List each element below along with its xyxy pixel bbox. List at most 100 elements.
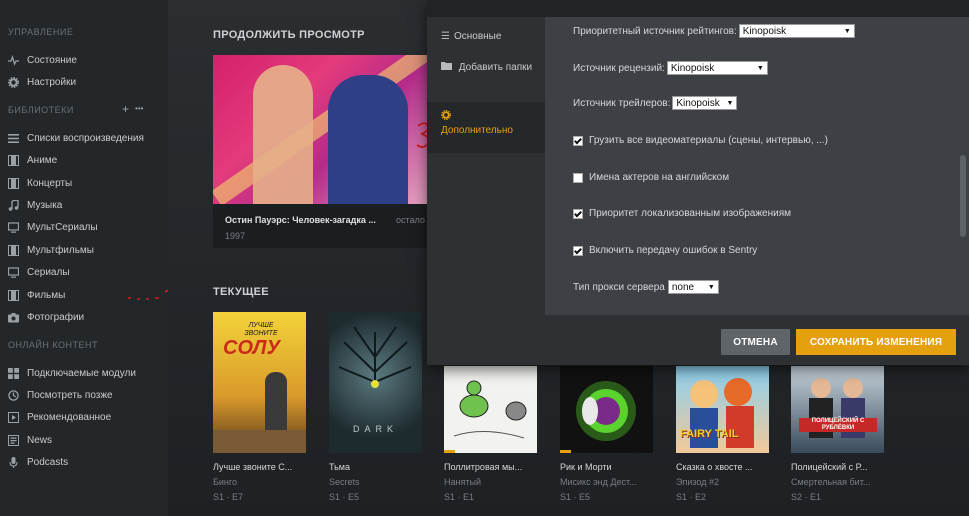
rating-source-row: Приоритетный источник рейтингов: Kinopoi… xyxy=(573,24,855,38)
sidebar-item-label: МультСериалы xyxy=(27,221,98,233)
localized-images-row[interactable]: Приоритет локализованным изображениям xyxy=(573,208,791,219)
add-library-button[interactable]: + xyxy=(122,102,129,116)
actors-english-checkbox[interactable] xyxy=(573,172,583,183)
poster-figure xyxy=(328,75,408,204)
chevron-down-icon: ▼ xyxy=(726,99,734,107)
sidebar-item-concerts[interactable]: Концерты xyxy=(8,175,72,191)
sidebar-item-label: Музыка xyxy=(27,199,63,211)
localized-images-checkbox[interactable] xyxy=(573,208,583,219)
current-title: ТЕКУЩЕЕ xyxy=(213,286,269,298)
settings-dialog: ☰ Основные Добавить папки Дополнительно П… xyxy=(427,0,969,365)
film-icon xyxy=(8,289,19,301)
sidebar-item-photos[interactable]: Фотографии xyxy=(8,309,84,325)
sidebar-item-status[interactable]: Состояние xyxy=(8,52,77,68)
settings-content: Приоритетный источник рейтингов: Kinopoi… xyxy=(545,17,969,315)
progress-bar xyxy=(444,450,455,453)
cancel-button[interactable]: ОТМЕНА xyxy=(721,329,790,355)
trailers-source-label: Источник трейлеров: xyxy=(573,97,671,109)
poster-card[interactable]: ПОЛИЦЕЙСКИЙ С РУБЛЁВКИ xyxy=(791,366,884,453)
hero-title: Остин Пауэрс: Человек-загадка ... xyxy=(225,215,376,225)
card-title[interactable]: Тьма xyxy=(329,462,424,472)
poster-card[interactable]: DARK xyxy=(329,312,422,453)
video-materials-row[interactable]: Грузить все видеоматериалы (сцены, интер… xyxy=(573,135,828,146)
tab-add-folders[interactable]: Добавить папки xyxy=(427,59,545,76)
poster-figure xyxy=(253,65,313,204)
sidebar-item-music[interactable]: Музыка xyxy=(8,197,62,213)
sentry-row[interactable]: Включить передачу ошибок в Sentry xyxy=(573,245,757,256)
tab-general[interactable]: ☰ Основные xyxy=(427,28,545,46)
poster-card[interactable] xyxy=(560,366,653,453)
sidebar-item-podcasts[interactable]: Podcasts xyxy=(8,454,68,470)
sidebar-item-label: Podcasts xyxy=(27,456,69,468)
select-value: Kinopoisk xyxy=(676,97,720,109)
folder-icon xyxy=(441,62,455,73)
card-episode: S2 · E1 xyxy=(791,492,822,502)
poster-card[interactable] xyxy=(444,366,537,453)
poster-text: СОЛУ xyxy=(223,337,281,359)
hero-meta[interactable]: Остин Пауэрс: Человек-загадка ... остало… xyxy=(213,204,429,248)
list-icon xyxy=(8,133,19,144)
hero-poster[interactable] xyxy=(213,55,429,204)
card-subtitle: Смертельная бит... xyxy=(791,477,871,487)
film-icon xyxy=(8,177,19,189)
sidebar-item-label: Посмотреть позже xyxy=(27,389,113,401)
card-title[interactable]: Сказка о хвосте ... xyxy=(676,462,771,472)
sentry-checkbox[interactable] xyxy=(573,245,583,256)
sidebar-item-cartoons[interactable]: Мультфильмы xyxy=(8,242,94,258)
sidebar: УПРАВЛЕНИЕ Состояние Настройки БИБЛИОТЕК… xyxy=(0,0,176,516)
sidebar-item-news[interactable]: News xyxy=(8,432,52,448)
card-title[interactable]: Полицейский с Р... xyxy=(791,462,886,472)
card-episode: S1 · E5 xyxy=(329,492,360,502)
sidebar-item-label: News xyxy=(27,434,53,446)
sidebar-item-recommended[interactable]: Рекомендованное xyxy=(8,409,111,425)
sidebar-item-series[interactable]: Сериалы xyxy=(8,264,70,280)
rating-source-label: Приоритетный источник рейтингов: xyxy=(573,25,737,37)
sidebar-item-watch-later[interactable]: Посмотреть позже xyxy=(8,387,113,403)
sidebar-item-movies[interactable]: Фильмы xyxy=(8,287,65,303)
sliders-icon: ☰ xyxy=(441,31,450,42)
sidebar-item-label: Подключаемые модули xyxy=(27,367,136,379)
sidebar-item-label: Списки воспроизведения xyxy=(27,132,144,144)
localized-images-label: Приоритет локализованным изображениям xyxy=(589,208,791,219)
manage-header: УПРАВЛЕНИЕ xyxy=(8,27,74,37)
card-title[interactable]: Рик и Морти xyxy=(560,462,655,472)
sidebar-item-anime[interactable]: Аниме xyxy=(8,152,57,168)
sidebar-item-settings[interactable]: Настройки xyxy=(8,74,76,90)
card-episode: S1 · E2 xyxy=(676,492,707,502)
poster-card[interactable]: FAIRY TAIL xyxy=(676,366,769,453)
proxy-select[interactable]: none ▼ xyxy=(667,280,719,294)
hero-year: 1997 xyxy=(225,231,246,241)
settings-scrollbar[interactable] xyxy=(960,155,966,237)
tab-advanced[interactable]: Дополнительно xyxy=(427,102,545,153)
dialog-header xyxy=(427,0,969,17)
grid-icon xyxy=(8,367,19,379)
sidebar-item-playlists[interactable]: Списки воспроизведения xyxy=(8,130,144,146)
video-materials-checkbox[interactable] xyxy=(573,135,583,146)
card-subtitle: Мисикс энд Дест... xyxy=(560,477,637,487)
trailers-source-select[interactable]: Kinopoisk ▼ xyxy=(672,96,738,110)
film-icon xyxy=(8,244,19,256)
play-icon xyxy=(8,411,19,423)
sidebar-item-cartoon-series[interactable]: МультСериалы xyxy=(8,219,98,235)
sidebar-item-label: Концерты xyxy=(27,177,73,189)
card-subtitle: Secrets xyxy=(329,477,360,487)
sentry-label: Включить передачу ошибок в Sentry xyxy=(589,245,758,256)
video-materials-label: Грузить все видеоматериалы (сцены, интер… xyxy=(589,135,828,146)
tab-label: Основные xyxy=(453,31,502,42)
actors-english-row[interactable]: Имена актеров на английском xyxy=(573,172,729,183)
poster-text: ЛУЧШЕ ЗВОНИТЕ xyxy=(244,322,278,337)
poster-text: DARK xyxy=(352,424,398,434)
dialog-footer: ОТМЕНА СОХРАНИТЬ ИЗМЕНЕНИЯ xyxy=(427,315,969,365)
card-episode: S1 · E7 xyxy=(213,492,244,502)
proxy-row: Тип прокси сервера none ▼ xyxy=(573,280,719,294)
libraries-tools: + ••• xyxy=(122,102,143,116)
card-title[interactable]: Поллитровая мы... xyxy=(444,462,539,472)
reviews-source-select[interactable]: Kinopoisk ▼ xyxy=(666,61,768,75)
rating-source-select[interactable]: Kinopoisk ▼ xyxy=(738,24,855,38)
sidebar-item-plugins[interactable]: Подключаемые модули xyxy=(8,365,136,381)
save-changes-button[interactable]: СОХРАНИТЬ ИЗМЕНЕНИЯ xyxy=(796,329,956,355)
poster-card[interactable]: ЛУЧШЕ ЗВОНИТЕ СОЛУ xyxy=(213,312,306,453)
more-options-button[interactable]: ••• xyxy=(135,102,143,116)
card-title[interactable]: Лучше звоните С... xyxy=(213,462,308,472)
pulse-icon xyxy=(8,54,19,66)
